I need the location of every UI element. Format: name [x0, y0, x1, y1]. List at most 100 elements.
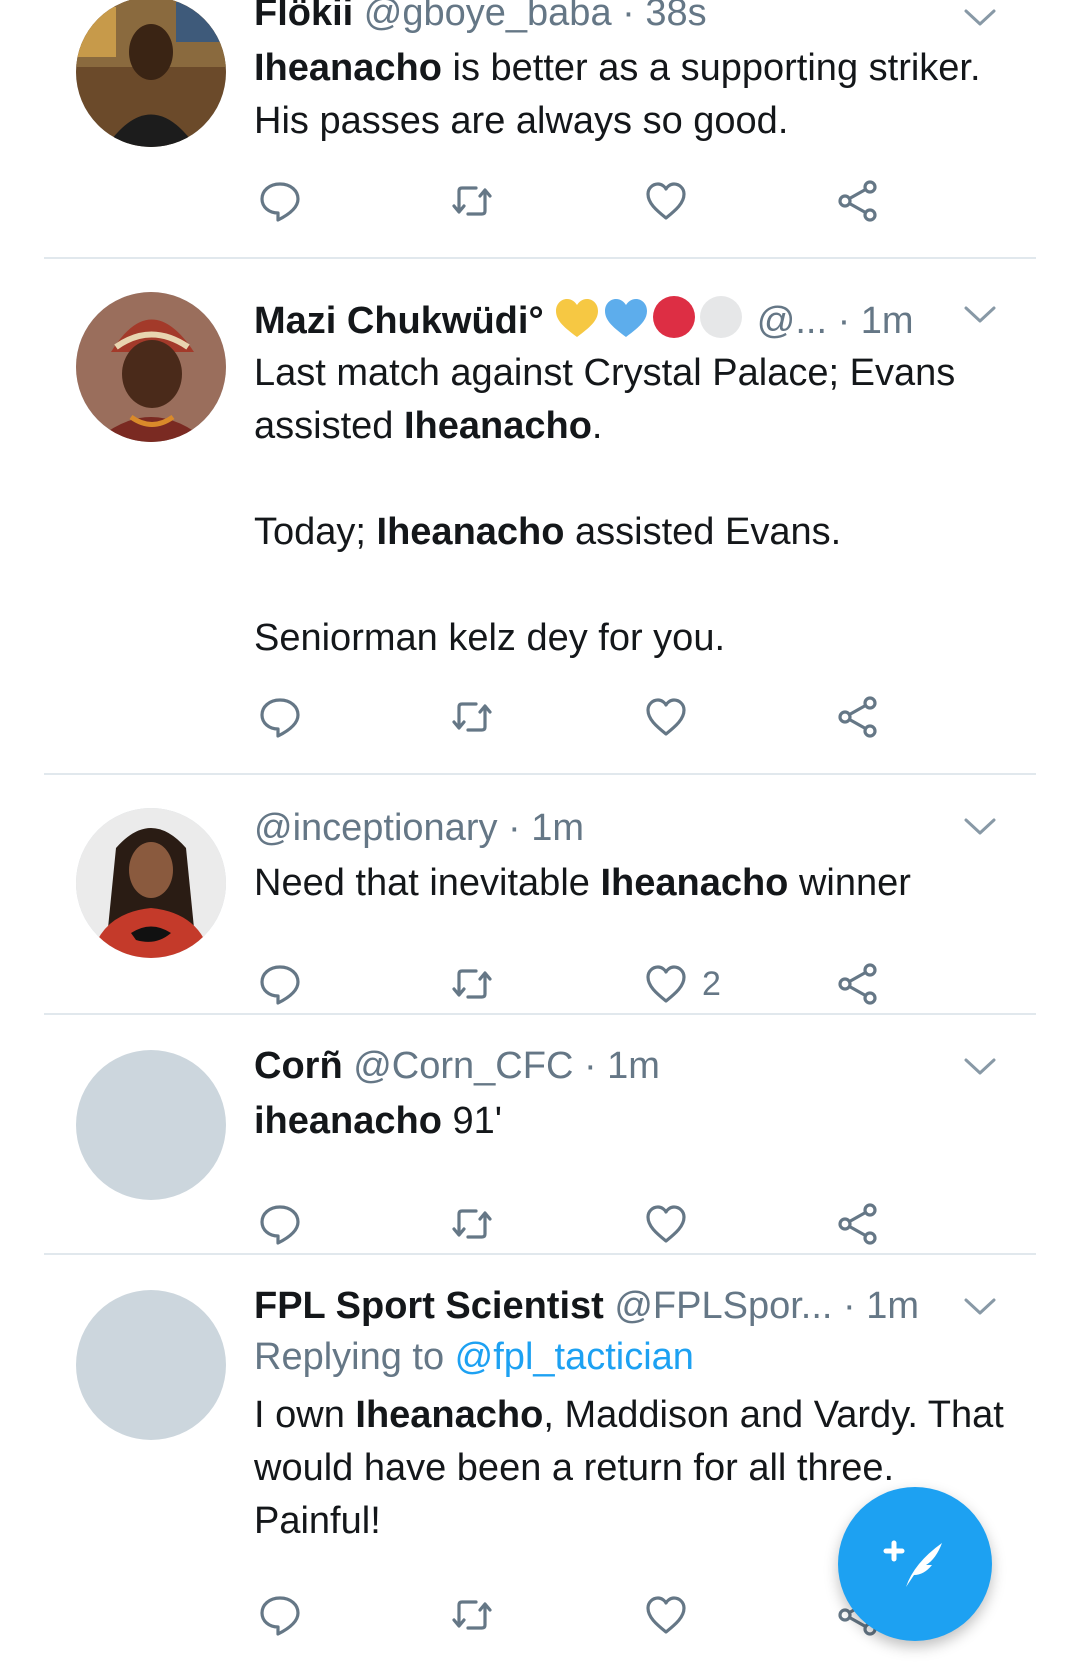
heart-icon — [646, 698, 686, 736]
share-button[interactable] — [836, 692, 880, 742]
like-button[interactable] — [644, 176, 702, 226]
tweet-text-span: Need that inevitable — [254, 862, 601, 904]
chevron-down-icon[interactable] — [962, 1055, 998, 1079]
avatar[interactable] — [76, 0, 226, 147]
timestamp[interactable]: 1m — [861, 300, 914, 342]
username[interactable]: @inceptionary — [254, 807, 497, 849]
reply-button[interactable] — [258, 1590, 302, 1640]
display-name[interactable]: Mazi Chukwüdi° — [254, 300, 544, 342]
divider — [44, 1013, 1036, 1015]
chevron-down-icon[interactable] — [962, 815, 998, 839]
reply-button[interactable] — [258, 692, 302, 742]
tweet-text-span: 91' — [441, 1100, 503, 1142]
retweet-button[interactable] — [450, 692, 494, 742]
replying-to-link[interactable]: @fpl_tactician — [455, 1336, 694, 1378]
tweet-actions — [258, 176, 908, 226]
like-button[interactable]: 2 — [644, 959, 721, 1009]
reply-icon — [260, 1205, 300, 1245]
tweet-actions — [258, 1199, 908, 1249]
compose-tweet-icon — [883, 1540, 942, 1587]
display-name[interactable]: Corñ — [254, 1045, 343, 1087]
display-name[interactable]: Flökii — [254, 0, 353, 34]
tweet-header: FPL Sport Scientist @FPLSpor... · 1m — [254, 1283, 1014, 1329]
like-button[interactable] — [644, 1590, 702, 1640]
tweet-actions — [258, 1590, 908, 1640]
reply-button[interactable] — [258, 1199, 302, 1249]
chevron-down-icon[interactable] — [962, 6, 998, 30]
username[interactable]: @FPLSpor... — [614, 1285, 832, 1327]
retweet-button[interactable] — [450, 176, 494, 226]
tweet-text: Iheanacho is better as a supporting stri… — [254, 42, 1014, 148]
tweet-text-bold: Iheanacho — [403, 405, 592, 447]
tweet-text: iheanacho 91' — [254, 1095, 1014, 1148]
avatar-photo — [76, 0, 226, 147]
reply-icon — [260, 182, 300, 222]
tweet-text-bold: iheanacho — [254, 1100, 442, 1142]
chevron-down-icon[interactable] — [962, 303, 998, 327]
reply-icon — [260, 1596, 300, 1636]
divider — [44, 1253, 1036, 1255]
tweet-actions: 2 — [258, 959, 908, 1009]
tweet-actions — [258, 692, 908, 742]
display-name[interactable]: FPL Sport Scientist — [254, 1285, 604, 1327]
username[interactable]: @gboye_baba — [364, 0, 612, 34]
share-button[interactable] — [836, 959, 880, 1009]
avatar-photo — [76, 808, 226, 958]
avatar-photo — [76, 292, 226, 442]
share-icon — [838, 180, 877, 222]
heart-icon — [646, 1596, 686, 1634]
retweet-icon — [452, 1600, 492, 1630]
avatar[interactable] — [76, 292, 226, 442]
separator-dot: · — [622, 0, 635, 34]
chevron-down-icon[interactable] — [962, 1295, 998, 1319]
timestamp[interactable]: 1m — [866, 1285, 919, 1327]
retweet-button[interactable] — [450, 1199, 494, 1249]
divider — [44, 773, 1036, 775]
retweet-button[interactable] — [450, 1590, 494, 1640]
tweet-header: @inceptionary · 1m — [254, 805, 1014, 851]
avatar[interactable] — [76, 808, 226, 958]
like-count: 2 — [702, 964, 721, 1003]
tweet-header: Corñ @Corn_CFC · 1m — [254, 1043, 1014, 1089]
tweet-header: Mazi Chukwüdi° @... · 1m — [254, 295, 1014, 342]
reply-button[interactable] — [258, 176, 302, 226]
retweet-button[interactable] — [450, 959, 494, 1009]
like-button[interactable] — [644, 1199, 702, 1249]
tweet-text-bold: Iheanacho — [355, 1394, 544, 1436]
username[interactable]: @... — [757, 300, 827, 342]
share-icon — [838, 1203, 877, 1245]
avatar[interactable] — [76, 1290, 226, 1440]
replying-to: Replying to @fpl_tactician — [254, 1329, 1014, 1385]
blue-heart-icon — [603, 297, 649, 350]
avatar[interactable] — [76, 1050, 226, 1200]
separator-dot: · — [837, 300, 851, 342]
heart-icon — [646, 965, 686, 1003]
tweet-text: Need that inevitable Iheanacho winner — [254, 857, 1014, 910]
heart-icon — [646, 182, 686, 220]
like-button[interactable] — [644, 692, 702, 742]
username[interactable]: @Corn_CFC — [353, 1045, 573, 1087]
share-button[interactable] — [836, 1199, 880, 1249]
timestamp[interactable]: 1m — [607, 1045, 660, 1087]
tweet-text-span: I own — [254, 1394, 356, 1436]
reply-icon — [260, 698, 300, 738]
retweet-icon — [452, 1209, 492, 1239]
tweet-text-bold: Iheanacho — [600, 862, 789, 904]
yellow-heart-icon — [554, 297, 600, 350]
tweet-text-bold: Iheanacho — [254, 47, 442, 89]
share-icon — [838, 963, 877, 1005]
tweet-text: Last match against Crystal Palace; Evans… — [254, 347, 1014, 665]
separator-dot: · — [583, 1045, 597, 1087]
replying-to-label: Replying to — [254, 1336, 455, 1378]
timestamp[interactable]: 38s — [645, 0, 706, 34]
tweet-text-span: winner — [788, 862, 911, 904]
separator-dot: · — [843, 1285, 856, 1327]
share-icon — [838, 696, 877, 738]
compose-tweet-button[interactable] — [838, 1487, 992, 1641]
tweet-text-bold: Iheanacho — [376, 511, 565, 553]
reply-button[interactable] — [258, 959, 302, 1009]
separator-dot: · — [508, 807, 521, 849]
timestamp[interactable]: 1m — [531, 807, 584, 849]
share-button[interactable] — [836, 176, 880, 226]
retweet-icon — [452, 969, 492, 999]
